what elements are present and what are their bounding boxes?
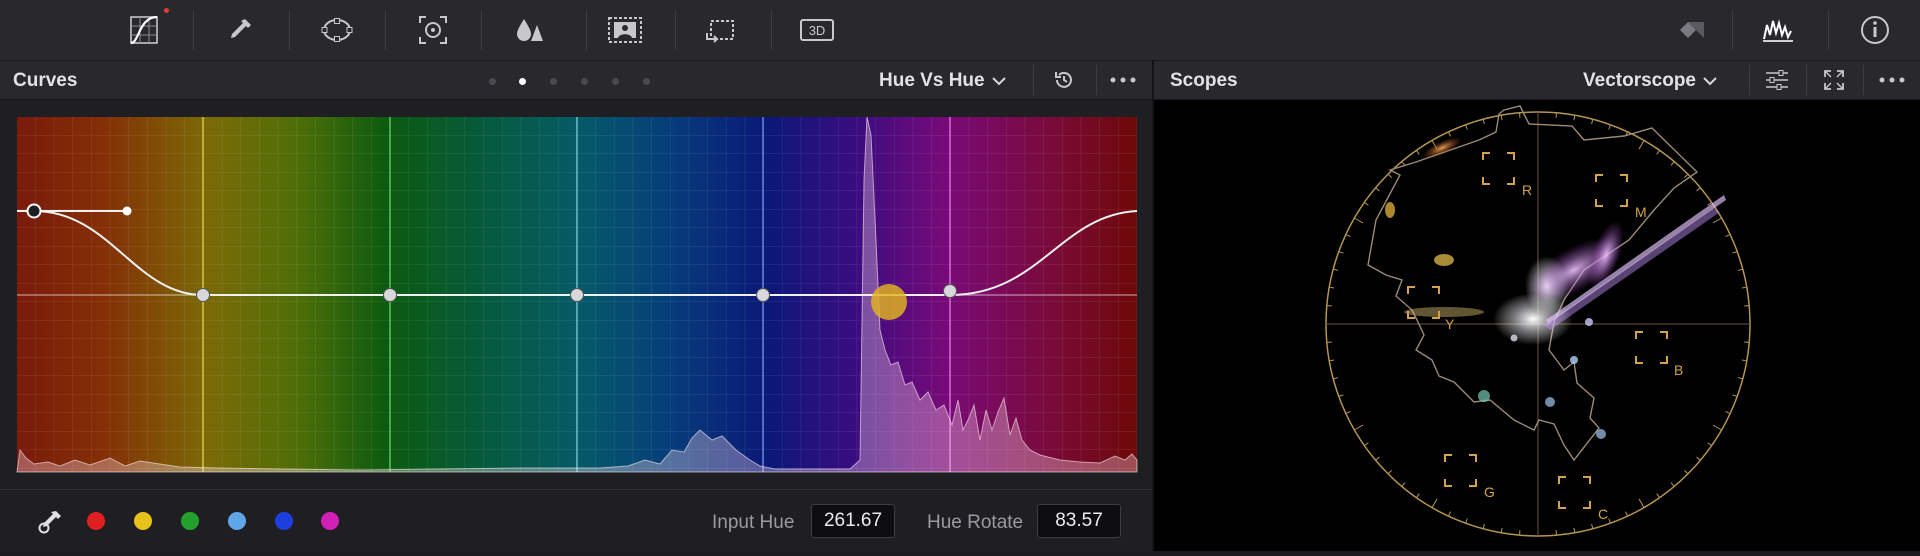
keyframes-icon <box>1668 13 1708 47</box>
curve-control-point-selected[interactable] <box>28 205 41 218</box>
green-point-button[interactable] <box>181 512 199 530</box>
tracker-tool-button[interactable] <box>403 6 463 54</box>
scopes-options-button[interactable] <box>1870 64 1914 96</box>
chevron-down-icon <box>1702 76 1718 86</box>
target-label-g: G <box>1484 484 1495 500</box>
qualifier-picker-button[interactable] <box>36 508 64 536</box>
hue-rotate-field[interactable]: 83.57 <box>1037 504 1121 538</box>
window-tool-button[interactable] <box>307 6 367 54</box>
more-options-icon <box>1109 76 1137 84</box>
hue-vs-hue-graph[interactable] <box>0 100 1152 489</box>
svg-text:3D: 3D <box>809 23 826 38</box>
sliders-icon <box>1764 69 1790 91</box>
sizing-icon <box>701 13 741 47</box>
red-point-button[interactable] <box>87 512 105 530</box>
magenta-point-button[interactable] <box>321 512 339 530</box>
qualifier-picker-icon <box>221 13 261 47</box>
expand-icon <box>1823 69 1845 91</box>
page-dot[interactable] <box>550 78 557 85</box>
info-icon <box>1855 13 1895 47</box>
scope-type-label: Vectorscope <box>1583 70 1696 92</box>
curves-options-button[interactable] <box>1101 64 1145 96</box>
reset-curve-button[interactable] <box>1042 64 1086 96</box>
scopes-panel-header: Scopes Vectorscope <box>1154 61 1920 100</box>
tangent-handle-point[interactable] <box>123 207 132 216</box>
curve-picker-icon <box>36 508 64 536</box>
curves-icon <box>125 13 165 47</box>
keyframes-tool-button[interactable] <box>1658 6 1718 54</box>
scope-type-dropdown[interactable]: Vectorscope <box>1583 70 1718 92</box>
window-icon <box>317 13 357 47</box>
curves-graph-panel <box>0 100 1152 489</box>
sizing-tool-button[interactable] <box>691 6 751 54</box>
blur-icon <box>509 13 549 47</box>
page-dot[interactable] <box>643 78 650 85</box>
curve-control-point[interactable] <box>384 289 397 302</box>
curve-control-point[interactable] <box>757 289 770 302</box>
key-icon <box>605 13 645 47</box>
key-tool-button[interactable] <box>595 6 655 54</box>
target-label-m: M <box>1635 204 1647 220</box>
curve-control-point[interactable] <box>571 289 584 302</box>
hue-cursor-indicator <box>871 284 907 320</box>
info-tool-button[interactable] <box>1845 6 1905 54</box>
page-dot-active[interactable] <box>519 78 526 85</box>
notification-dot <box>164 8 169 13</box>
chevron-down-icon <box>991 76 1007 86</box>
target-label-c: C <box>1598 506 1608 522</box>
target-labels: R M Y B G C <box>1445 182 1683 522</box>
tracker-icon <box>413 13 453 47</box>
curves-bottom-bar: Input Hue 261.67 Hue Rotate 83.57 <box>0 489 1152 552</box>
scopes-title: Scopes <box>1170 70 1238 92</box>
input-hue-label: Input Hue <box>712 512 794 534</box>
curve-mode-dropdown[interactable]: Hue Vs Hue <box>879 70 1007 92</box>
curve-control-point[interactable] <box>944 285 957 298</box>
scopes-tool-button[interactable] <box>1748 6 1808 54</box>
scopes-icon <box>1758 13 1798 47</box>
scope-settings-button[interactable] <box>1755 64 1799 96</box>
curve-mode-label: Hue Vs Hue <box>879 70 985 92</box>
qualifier-tool-button[interactable] <box>211 6 271 54</box>
yellow-point-button[interactable] <box>134 512 152 530</box>
target-label-y: Y <box>1445 316 1455 332</box>
page-dot[interactable] <box>581 78 588 85</box>
curves-tool-button[interactable] <box>115 6 175 54</box>
input-hue-field[interactable]: 261.67 <box>811 504 895 538</box>
cyan-point-button[interactable] <box>228 512 246 530</box>
curves-title: Curves <box>13 70 77 92</box>
3d-icon: 3D <box>797 13 837 47</box>
page-dot[interactable] <box>612 78 619 85</box>
vectorscope-display: R M Y B G C <box>1154 100 1920 551</box>
3d-tool-button[interactable]: 3D <box>787 6 847 54</box>
page-dot[interactable] <box>489 78 496 85</box>
reset-icon <box>1052 68 1076 92</box>
target-label-r: R <box>1522 182 1532 198</box>
target-label-b: B <box>1674 362 1683 378</box>
curve-control-point[interactable] <box>197 289 210 302</box>
top-toolbar: 3D <box>0 0 1920 61</box>
hue-rotate-label: Hue Rotate <box>927 512 1023 534</box>
expand-scope-button[interactable] <box>1812 64 1856 96</box>
more-options-icon <box>1878 76 1906 84</box>
curves-panel-header: Curves Hue Vs Hue <box>0 61 1152 100</box>
blue-point-button[interactable] <box>275 512 293 530</box>
blur-tool-button[interactable] <box>499 6 559 54</box>
vectorscope-view: R M Y B G C <box>1154 100 1920 551</box>
